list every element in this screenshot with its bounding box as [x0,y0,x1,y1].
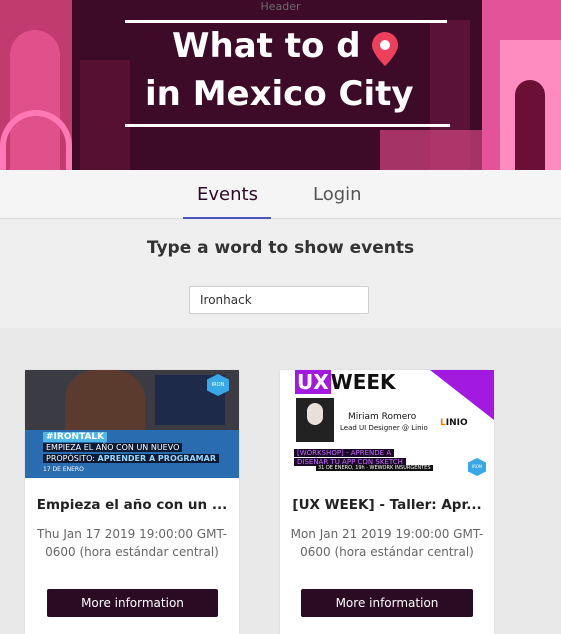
event-image: IRON HACK #IRONTALK EMPIEZA EL AÑO CON U… [25,370,239,478]
search-title: Type a word to show events [146,238,415,258]
header-banner: Header What to d in Mexico City [0,0,561,170]
more-information-button[interactable]: More information [47,589,218,617]
speaker-role: Lead UI Designer @ Linio [340,424,428,432]
event-image-text: [WORKSHOP] - APRENDE A [294,449,395,457]
header-title-line1: What to d [172,26,361,66]
event-date: Thu Jan 17 2019 19:00:00 GMT-0600 (hora … [36,527,228,559]
event-card: IRON HACK #IRONTALK EMPIEZA EL AÑO CON U… [25,370,239,634]
header-decoration [80,60,130,170]
event-image-date: 31 DE ENERO, 19h · WEWORK INSURGENTES [316,465,433,471]
event-title: Empieza el año con un ... [36,497,228,513]
event-image: UX WEEK Miriam Romero Lead UI Designer @ … [280,370,494,478]
search-input[interactable] [189,286,369,314]
map-pin-icon [372,32,398,66]
event-card: UX WEEK Miriam Romero Lead UI Designer @ … [280,370,494,634]
linio-logo: LINIO [440,418,468,428]
tab-login[interactable]: Login [313,184,362,205]
speaker-name: Miriam Romero [348,412,417,422]
tab-bar: Events Login [0,170,561,219]
header-title-line2: in Mexico City [145,74,414,114]
event-title: [UX WEEK] - Taller: Apr... [292,497,482,513]
header-decoration [515,80,545,170]
search-section: Type a word to show events [0,220,561,328]
event-image-text: PROPÓSITO: APRENDER A PROGRAMAR [43,454,219,463]
events-list: IRON HACK #IRONTALK EMPIEZA EL AÑO CON U… [0,328,561,634]
event-image-text: EMPIEZA EL AÑO CON UN NUEVO [43,443,183,452]
tab-events[interactable]: Events [197,184,258,205]
event-image-tag: #IRONTALK [43,432,108,442]
event-image-date: 17 DE ENERO [43,466,84,473]
more-information-button[interactable]: More information [301,589,473,617]
header-alt-text: Header [260,0,301,13]
active-tab-indicator [183,217,271,219]
header-rule [125,124,450,127]
event-date: Mon Jan 21 2019 19:00:00 GMT-0600 (hora … [290,527,484,559]
header-rule [125,20,447,23]
event-image-title: UX WEEK [295,370,396,394]
